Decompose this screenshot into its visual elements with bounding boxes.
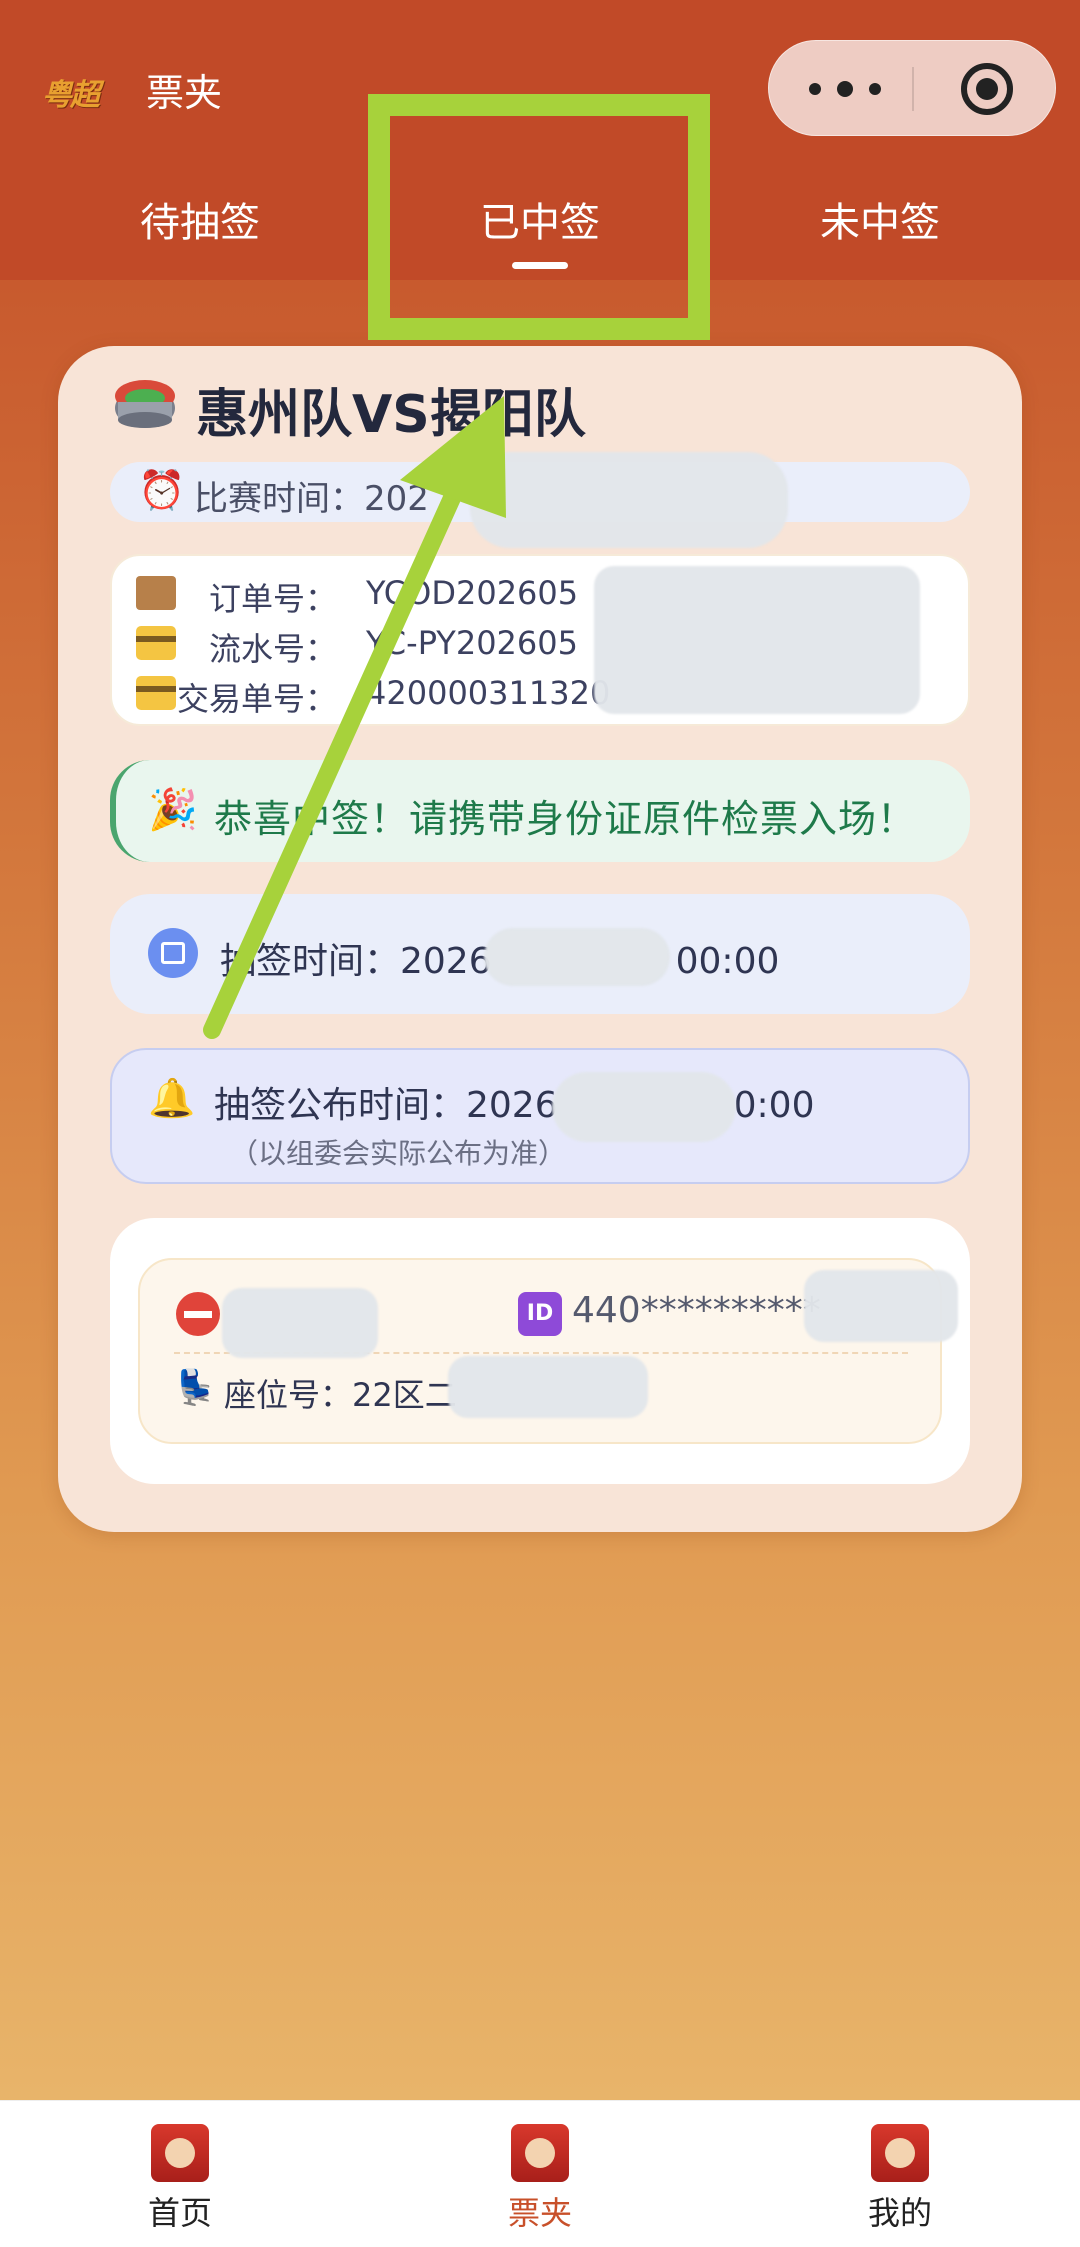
redaction-blur [484, 928, 670, 986]
nav-profile-label: 我的 [867, 2194, 932, 2232]
serial-number-label: 流水号： [208, 630, 337, 668]
nav-home[interactable]: 首页 [110, 2124, 250, 2234]
nav-home-label: 首页 [147, 2194, 212, 2232]
announce-time-row: 🔔 抽签公布时间：2026 0:00 （以组委会实际公布为准） [110, 1048, 970, 1184]
trade-number-label: 交易单号： [176, 680, 337, 718]
profile-icon [871, 2124, 929, 2182]
seat-number: 座位号：22区二 [224, 1376, 457, 1414]
app-logo: 粤超 [42, 78, 100, 113]
close-target-icon[interactable] [961, 63, 1013, 115]
order-number-label: 订单号： [208, 580, 337, 618]
home-icon [151, 2124, 209, 2182]
congrats-text: 恭喜中签！请携带身份证原件检票入场！ [214, 797, 917, 841]
match-time-value: 202 [364, 479, 429, 519]
seat-icon: 💺 [174, 1368, 217, 1408]
draw-time-tail: 00:00 [675, 941, 780, 982]
tab-not-won[interactable]: 未中签 [750, 190, 1010, 248]
draw-time-text: 抽签时间：2026 [220, 941, 492, 982]
redaction-blur [470, 452, 788, 548]
more-icon[interactable] [809, 75, 881, 103]
announce-time-text: 抽签公布时间：2026 [214, 1085, 558, 1126]
id-icon: ID [518, 1292, 562, 1336]
page-title: 票夹 [146, 71, 223, 115]
order-number-value: YCOD202605 [366, 574, 579, 612]
announce-time-tail: 0:00 [733, 1085, 815, 1126]
announce-note: （以组委会实际公布为准） [230, 1137, 567, 1170]
ticket-wallet-icon [511, 2124, 569, 2182]
match-time-label: 比赛时间： [194, 479, 364, 519]
name-badge-icon [176, 1292, 220, 1336]
stadium-icon [115, 380, 175, 428]
mini-program-capsule [768, 40, 1056, 136]
redaction-blur [804, 1270, 958, 1342]
capsule-divider [912, 67, 914, 111]
alarm-clock-icon: ⏰ [138, 468, 186, 512]
highlight-box [368, 94, 710, 340]
redaction-blur [448, 1356, 648, 1418]
id-number: 440********** [572, 1290, 821, 1331]
congrats-banner: 🎉 恭喜中签！请携带身份证原件检票入场！ [110, 760, 970, 862]
tab-pending-draw[interactable]: 待抽签 [70, 190, 330, 248]
redaction-blur [552, 1072, 736, 1142]
trade-number-value: 420000311320 [366, 674, 611, 712]
nav-profile[interactable]: 我的 [830, 2124, 970, 2234]
redaction-blur [222, 1288, 378, 1358]
calendar-icon [148, 928, 198, 978]
bell-icon: 🔔 [148, 1076, 196, 1120]
match-title: 惠州队VS揭阳队 [196, 385, 586, 445]
serial-number-value: YC-PY202605 [366, 624, 578, 662]
nav-ticket-wallet[interactable]: 票夹 [470, 2124, 610, 2234]
party-popper-icon: 🎉 [148, 787, 198, 833]
nav-ticket-wallet-label: 票夹 [507, 2194, 572, 2232]
redaction-blur [594, 566, 920, 714]
